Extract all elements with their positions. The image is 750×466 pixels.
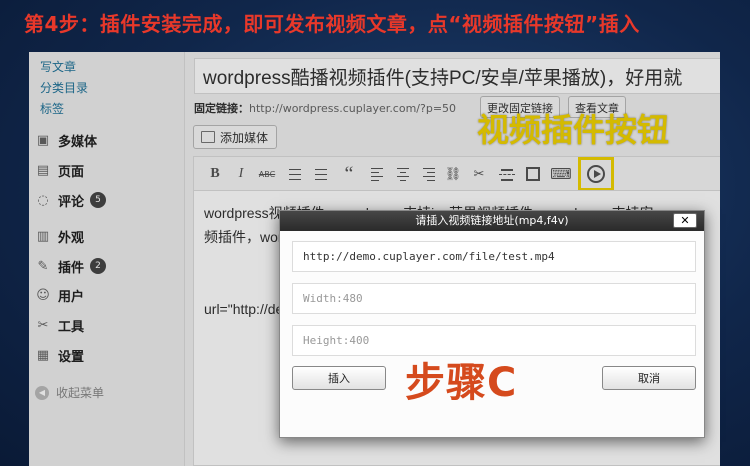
video-width-input[interactable] <box>292 283 696 314</box>
cancel-button[interactable]: 取消 <box>602 366 696 390</box>
insert-button[interactable]: 插入 <box>292 366 386 390</box>
slide-title: 第4步：插件安装完成，即可发布视频文章，点“视频插件按钮”插入 <box>24 12 640 36</box>
dialog-close-button[interactable]: ✕ <box>673 213 697 228</box>
dialog-title: 请插入视频链接地址(mp4,f4v) <box>280 211 704 231</box>
video-url-input[interactable] <box>292 241 696 272</box>
step-label: 步骤C <box>405 360 518 406</box>
